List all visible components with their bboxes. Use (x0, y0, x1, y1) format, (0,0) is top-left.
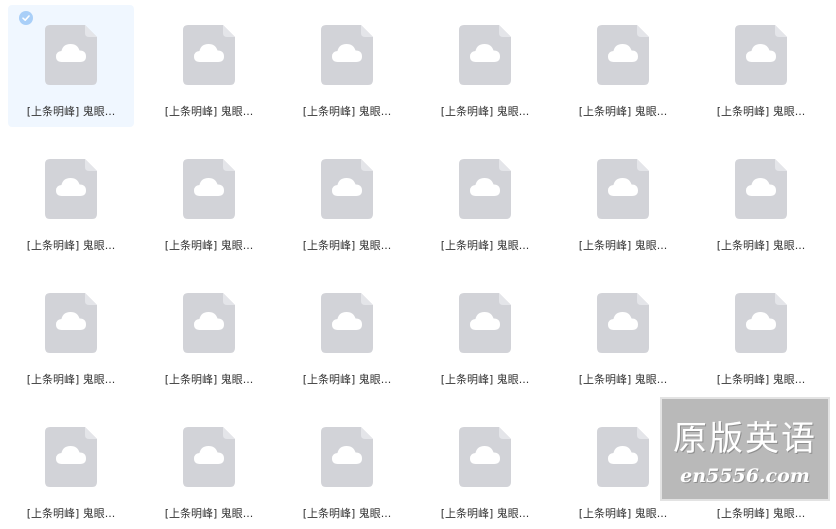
file-name: [上条明峰] 鬼眼... (440, 239, 530, 252)
file-item[interactable]: [上条明峰] 鬼眼... (8, 139, 134, 261)
cloud-file-icon (459, 293, 511, 353)
file-name: [上条明峰] 鬼眼... (26, 105, 116, 118)
cloud-file-icon (321, 293, 373, 353)
file-item[interactable]: [上条明峰] 鬼眼... (560, 273, 686, 395)
file-item[interactable]: [上条明峰] 鬼眼... (284, 273, 410, 395)
file-name: [上条明峰] 鬼眼... (716, 507, 806, 520)
file-item[interactable]: [上条明峰] 鬼眼... (284, 5, 410, 127)
file-item[interactable]: [上条明峰] 鬼眼... (422, 139, 548, 261)
file-name: [上条明峰] 鬼眼... (578, 239, 668, 252)
cloud-file-icon (735, 25, 787, 85)
file-item[interactable]: [上条明峰] 鬼眼... (698, 139, 824, 261)
cloud-file-icon (597, 293, 649, 353)
file-item[interactable]: [上条明峰] 鬼眼... (146, 273, 272, 395)
file-name: [上条明峰] 鬼眼... (716, 105, 806, 118)
cloud-file-icon (321, 159, 373, 219)
cloud-file-icon (183, 25, 235, 85)
file-name: [上条明峰] 鬼眼... (716, 239, 806, 252)
file-name: [上条明峰] 鬼眼... (26, 507, 116, 520)
file-name: [上条明峰] 鬼眼... (164, 507, 254, 520)
file-name: [上条明峰] 鬼眼... (440, 373, 530, 386)
file-item[interactable]: [上条明峰] 鬼眼... (560, 139, 686, 261)
file-name: [上条明峰] 鬼眼... (578, 105, 668, 118)
watermark-cn-text: 原版英语 (673, 419, 817, 459)
cloud-file-icon (597, 25, 649, 85)
file-name: [上条明峰] 鬼眼... (26, 373, 116, 386)
file-item[interactable]: [上条明峰] 鬼眼... (8, 273, 134, 395)
file-item[interactable]: [上条明峰] 鬼眼... (422, 5, 548, 127)
cloud-file-icon (597, 427, 649, 487)
cloud-file-icon (459, 159, 511, 219)
cloud-file-icon (183, 427, 235, 487)
checkmark-icon[interactable] (19, 11, 33, 25)
cloud-file-icon (735, 159, 787, 219)
cloud-file-icon (183, 159, 235, 219)
cloud-file-icon (45, 25, 97, 85)
cloud-file-icon (459, 25, 511, 85)
file-name: [上条明峰] 鬼眼... (440, 507, 530, 520)
cloud-file-icon (45, 427, 97, 487)
file-name: [上条明峰] 鬼眼... (578, 373, 668, 386)
file-item[interactable]: [上条明峰] 鬼眼... (284, 139, 410, 261)
cloud-file-icon (735, 293, 787, 353)
watermark: 原版英语 en5556.com (660, 397, 830, 501)
file-item[interactable]: [上条明峰] 鬼眼... (146, 5, 272, 127)
watermark-en-text: en5556.com (680, 465, 810, 487)
cloud-file-icon (597, 159, 649, 219)
cloud-file-icon (45, 159, 97, 219)
file-item[interactable]: [上条明峰] 鬼眼... (422, 273, 548, 395)
file-name: [上条明峰] 鬼眼... (716, 373, 806, 386)
file-item[interactable]: [上条明峰] 鬼眼... (560, 5, 686, 127)
cloud-file-icon (321, 427, 373, 487)
file-name: [上条明峰] 鬼眼... (164, 105, 254, 118)
file-item[interactable]: [上条明峰] 鬼眼... (8, 5, 134, 127)
cloud-file-icon (321, 25, 373, 85)
file-name: [上条明峰] 鬼眼... (26, 239, 116, 252)
file-item[interactable]: [上条明峰] 鬼眼... (698, 273, 824, 395)
file-name: [上条明峰] 鬼眼... (302, 373, 392, 386)
file-name: [上条明峰] 鬼眼... (578, 507, 668, 520)
cloud-file-icon (183, 293, 235, 353)
file-name: [上条明峰] 鬼眼... (164, 239, 254, 252)
file-item[interactable]: [上条明峰] 鬼眼... (146, 139, 272, 261)
cloud-file-icon (459, 427, 511, 487)
file-name: [上条明峰] 鬼眼... (302, 507, 392, 520)
file-name: [上条明峰] 鬼眼... (302, 105, 392, 118)
file-name: [上条明峰] 鬼眼... (164, 373, 254, 386)
file-name: [上条明峰] 鬼眼... (440, 105, 530, 118)
file-item[interactable]: [上条明峰] 鬼眼... (698, 5, 824, 127)
file-name: [上条明峰] 鬼眼... (302, 239, 392, 252)
cloud-file-icon (45, 293, 97, 353)
